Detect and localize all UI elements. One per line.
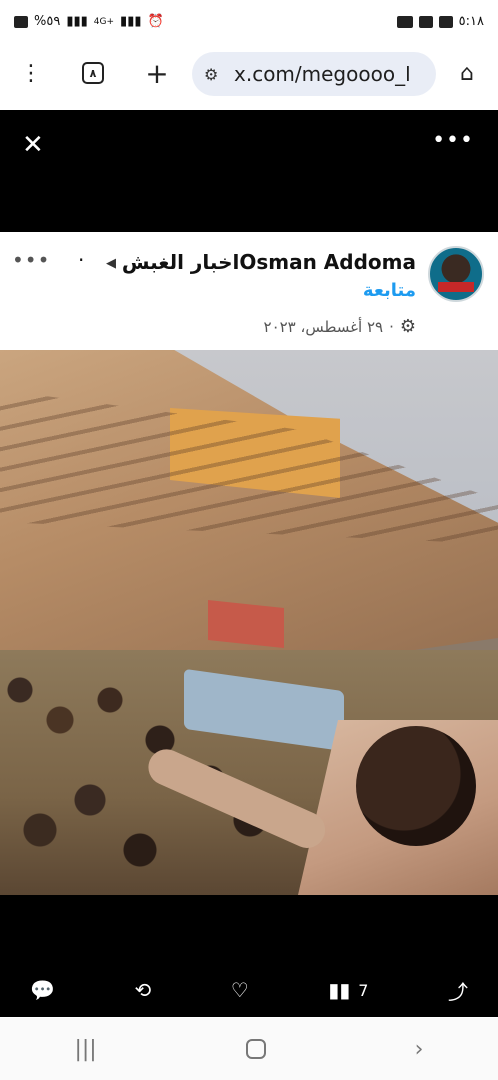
- repost-button[interactable]: ⟲: [134, 978, 151, 1002]
- network-label: 4G+: [93, 16, 115, 27]
- home-circle-icon[interactable]: [245, 1039, 266, 1059]
- share-icon: ⤴: [448, 979, 468, 1004]
- close-icon[interactable]: ✕: [22, 130, 44, 160]
- heart-icon: ♡: [230, 978, 249, 1002]
- video-man-head: [356, 726, 476, 846]
- media-icon: [418, 15, 433, 28]
- status-bar: %٥٩ ▮▮▮ 4G+ ▮▮▮ ⏰ ٥:١٨: [0, 0, 498, 44]
- address-bar[interactable]: ⚙ x.com/megoooo_ا: [192, 52, 436, 96]
- share-button[interactable]: ⤴: [448, 976, 468, 1005]
- dot-separator: ·: [78, 248, 85, 272]
- gallery-icon: [438, 15, 453, 28]
- views-button[interactable]: ▮▮ 7: [328, 978, 368, 1002]
- post-actions: 💬 ⟲ ♡ ▮▮ 7 ⤴: [0, 962, 498, 1018]
- play-arrow-icon: ◀: [106, 256, 116, 271]
- post-date-row: ٢٩ أغسطس، ٢٠٢٣ · ⚙: [264, 316, 416, 337]
- video-red-sign: [208, 600, 284, 648]
- views-count: 7: [358, 980, 369, 1000]
- battery-percent: %٥٩: [34, 14, 61, 29]
- status-right: ٥:١٨: [396, 14, 484, 29]
- more-horizontal-icon[interactable]: •••: [432, 128, 474, 153]
- author-name[interactable]: اخبار الغبشOsman Addoma: [122, 250, 416, 274]
- avatar[interactable]: [428, 246, 484, 302]
- site-settings-icon[interactable]: ⚙: [204, 65, 226, 84]
- bar-chart-icon: ▮▮: [328, 978, 351, 1002]
- post-header: اخبار الغبشOsman Addoma ◀ · ••• متابعة ٢…: [0, 232, 498, 350]
- home-icon[interactable]: ⌂: [450, 56, 484, 90]
- alarm-icon: ⏰: [147, 14, 164, 29]
- url-text: x.com/megoooo_ا: [234, 62, 411, 86]
- plus-icon[interactable]: +: [140, 56, 174, 90]
- signal-icon: ▮▮▮: [66, 14, 88, 29]
- date-separator: ·: [389, 317, 394, 336]
- post-date: ٢٩ أغسطس، ٢٠٢٣: [263, 317, 384, 336]
- youtube-icon: [396, 15, 413, 28]
- like-button[interactable]: ♡: [231, 978, 249, 1002]
- system-nav-bar: ||| ›: [0, 1018, 498, 1080]
- clock-time: ٥:١٨: [458, 14, 484, 29]
- video-player[interactable]: [0, 350, 498, 895]
- follow-button[interactable]: متابعة: [363, 280, 416, 301]
- gear-icon[interactable]: ⚙: [400, 316, 416, 337]
- repost-icon: ⟲: [134, 978, 152, 1002]
- three-dots-vertical-icon[interactable]: ⋮: [14, 56, 48, 90]
- browser-toolbar: ⋮ ٨ + ⚙ x.com/megoooo_ا ⌂: [0, 44, 498, 102]
- post-more-icon[interactable]: •••: [12, 248, 50, 272]
- signal-icon-2: ▮▮▮: [120, 14, 142, 29]
- media-viewer-top: ✕ •••: [0, 110, 498, 232]
- tabs-button[interactable]: ٨: [76, 56, 110, 90]
- battery-icon: [14, 15, 28, 28]
- status-left: %٥٩ ▮▮▮ 4G+ ▮▮▮ ⏰: [14, 14, 164, 29]
- reply-button[interactable]: 💬: [30, 978, 55, 1002]
- reply-icon: 💬: [30, 978, 55, 1002]
- tabs-count: ٨: [82, 62, 104, 84]
- recent-apps-icon[interactable]: |||: [74, 1037, 96, 1062]
- back-icon[interactable]: ›: [415, 1037, 424, 1062]
